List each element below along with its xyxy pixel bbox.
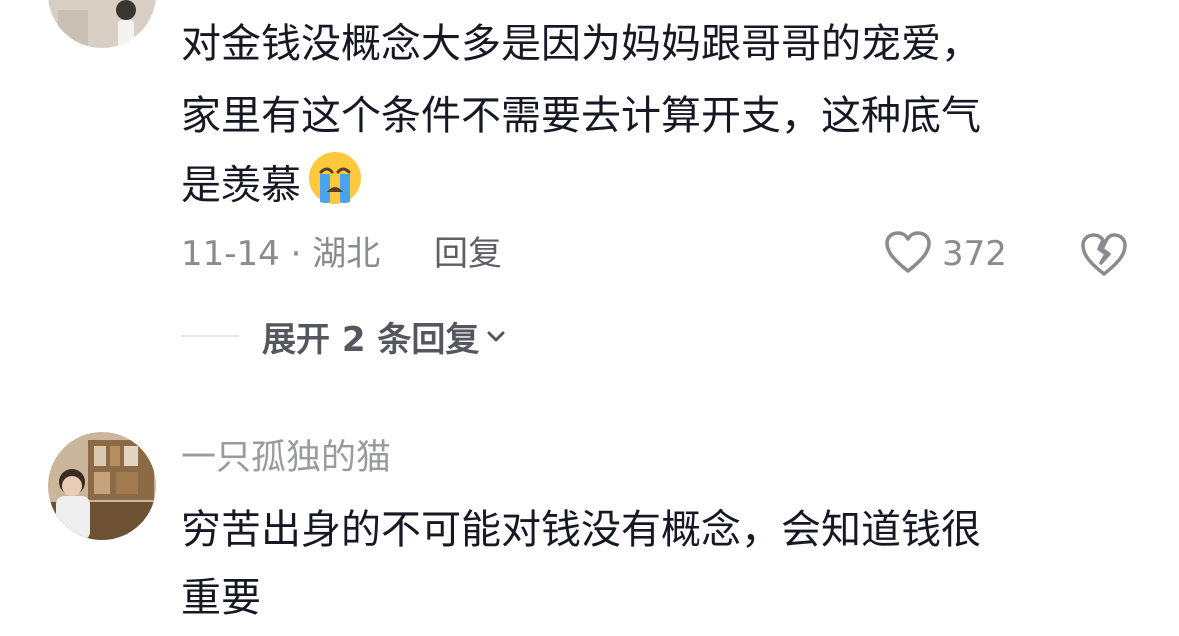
comment1-date-location: 11-14 · 湖北 (181, 234, 381, 274)
comment1-line-1: 对金钱没概念大多是因为妈妈跟哥哥的宠爱， (181, 21, 981, 67)
replies-divider (181, 335, 239, 337)
reply-button[interactable]: 回复 (434, 234, 502, 274)
heart-outline-icon (884, 230, 932, 278)
broken-heart-icon (1080, 233, 1128, 282)
like-count: 372 (942, 234, 1007, 274)
avatar-comment2[interactable] (48, 432, 156, 540)
loudly-crying-face-icon (307, 150, 363, 225)
dislike-button[interactable] (1080, 230, 1128, 278)
expand-replies-label: 展开 2 条回复 (262, 319, 480, 360)
comment2-line-2: 重要 (181, 575, 261, 621)
comment1-line-3-text: 是羡慕 (181, 162, 301, 209)
chevron-down-icon (479, 316, 507, 356)
comment2-username[interactable]: 一只孤独的猫 (181, 436, 391, 480)
comment1-line-2: 家里有这个条件不需要去计算开支，这种底气 (181, 93, 981, 139)
comment2-line-1: 穷苦出身的不可能对钱没有概念，会知道钱很 (181, 507, 981, 553)
comment1-line-3: 是羡慕 (181, 150, 363, 225)
like-button[interactable]: 372 (884, 230, 1007, 278)
expand-replies-button[interactable]: 展开 2 条回复 (262, 313, 507, 360)
avatar-comment1[interactable] (48, 0, 156, 48)
